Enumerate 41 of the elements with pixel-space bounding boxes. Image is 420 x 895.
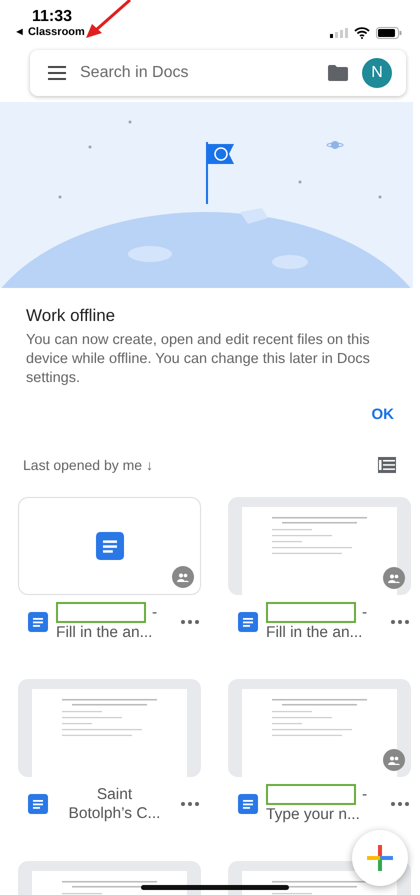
document-icon [96, 532, 124, 560]
file-title: - [152, 603, 158, 622]
offline-message: You can now create, open and edit recent files on this device while offline. You can change this later in Docs settings. [26, 331, 371, 388]
file-thumbnail[interactable] [18, 497, 201, 595]
signal-icon [330, 28, 348, 38]
back-link[interactable]: ◄ Classroom [14, 26, 85, 38]
plus-icon [367, 845, 393, 871]
battery-icon [376, 27, 402, 39]
text-lines-icon [62, 699, 157, 736]
offline-title: Work offline [26, 306, 116, 326]
more-options-icon[interactable] [391, 802, 409, 806]
file-thumbnail[interactable] [228, 679, 411, 777]
clock-time: 11:33 [31, 8, 74, 26]
file-title: - [362, 603, 368, 622]
file-title: Type your n... [266, 805, 360, 824]
more-options-icon[interactable] [181, 620, 199, 624]
file-title: Saint [96, 785, 132, 804]
file-title: - [362, 785, 368, 804]
sort-button[interactable]: Last opened by me ↓ [23, 457, 153, 473]
menu-icon[interactable] [48, 66, 66, 80]
text-lines-icon [272, 699, 367, 736]
file-title: Fill in the an... [266, 623, 362, 642]
wifi-icon [354, 27, 370, 39]
new-document-button[interactable] [352, 830, 408, 886]
ok-button[interactable]: OK [370, 402, 396, 427]
document-icon [238, 794, 258, 814]
document-icon [28, 794, 48, 814]
file-title: Fill in the an... [56, 623, 152, 642]
file-thumbnail[interactable] [18, 679, 201, 777]
account-avatar[interactable]: N [362, 58, 392, 88]
annotation-arrow [84, 0, 132, 40]
list-view-icon[interactable] [378, 457, 396, 473]
text-lines-icon [272, 517, 367, 554]
more-options-icon[interactable] [181, 802, 199, 806]
search-field[interactable]: Search in Docs N [30, 50, 406, 96]
folder-icon[interactable] [328, 65, 348, 81]
document-icon [28, 612, 48, 632]
more-options-icon[interactable] [391, 620, 409, 624]
document-icon [238, 612, 258, 632]
file-title: Botolph’s C... [68, 804, 160, 823]
file-thumbnail[interactable] [228, 497, 411, 595]
